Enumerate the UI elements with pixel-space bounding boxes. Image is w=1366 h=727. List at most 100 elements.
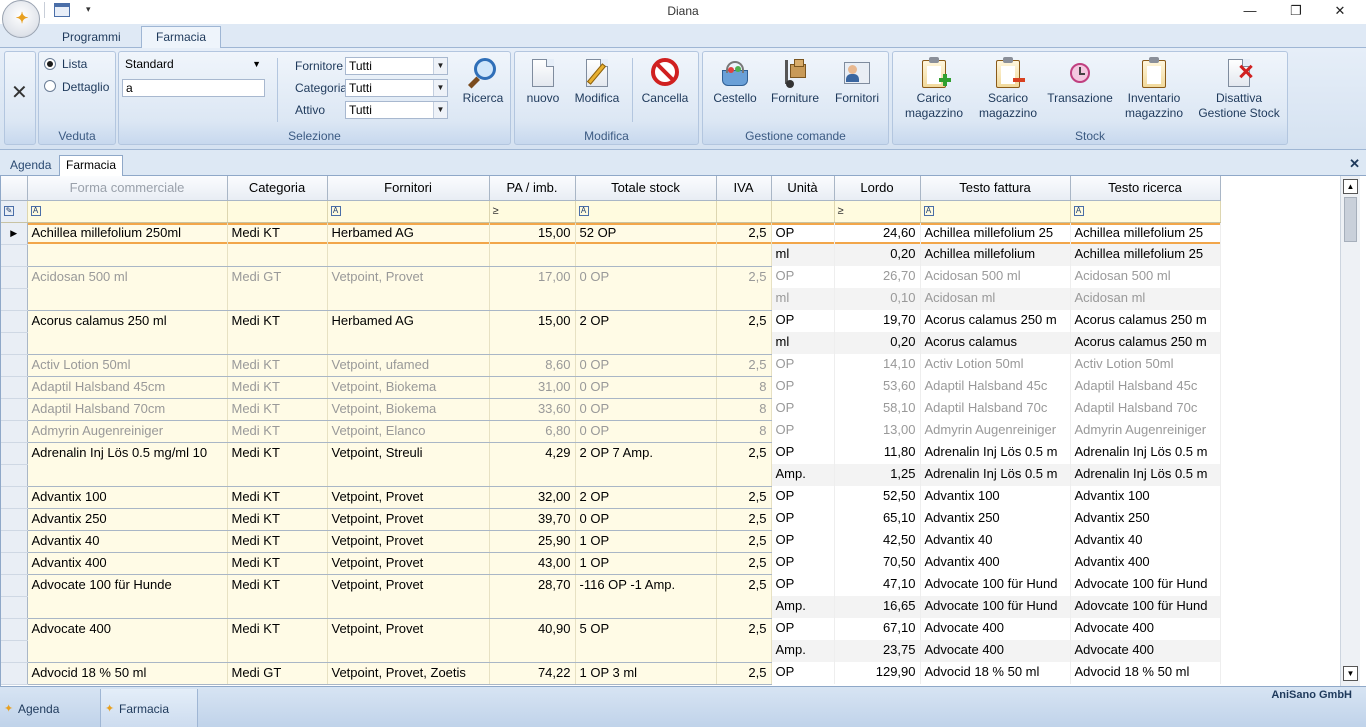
close-tab-icon[interactable]: ✕: [1349, 156, 1360, 172]
carico-magazzino-button[interactable]: Carico magazzino: [899, 57, 969, 121]
table-subrow[interactable]: ml 0,20 Acorus calamus Acorus calamus 250 m: [1, 332, 1221, 355]
bottom-tab-agenda[interactable]: ✦ Agenda: [0, 689, 98, 727]
forniture-button[interactable]: Forniture: [769, 58, 821, 106]
close-icon[interactable]: ✕: [11, 80, 28, 105]
table-subrow[interactable]: Amp. 1,25 Adrenalin Inj Lös 0.5 m Adrenalin…: [1, 464, 1221, 487]
row-selector[interactable]: [1, 354, 28, 377]
filter-fornitori[interactable]: A: [327, 200, 490, 223]
col-header-testo-fattura[interactable]: Testo fattura: [920, 176, 1071, 201]
cell-testo-ricerca: Advocate 400: [1070, 618, 1221, 640]
filter-testo-fattura[interactable]: A: [920, 200, 1071, 223]
table-subrow[interactable]: ml 0,10 Acidosan ml Acidosan ml: [1, 288, 1221, 311]
row-selector[interactable]: [1, 662, 28, 685]
row-selector[interactable]: [1, 398, 28, 421]
row-selector[interactable]: [1, 442, 28, 465]
vertical-scrollbar[interactable]: ▲ ▼: [1340, 176, 1360, 686]
restore-button[interactable]: ❐: [1282, 2, 1310, 20]
ricerca-button[interactable]: Ricerca: [457, 58, 509, 106]
row-selector[interactable]: [1, 508, 28, 531]
table-row[interactable]: Admyrin Augenreiniger Medi KT Vetpoint, El…: [1, 420, 1221, 443]
filter-iva[interactable]: [716, 200, 772, 223]
row-selector[interactable]: [1, 552, 28, 575]
row-selector[interactable]: [1, 618, 28, 641]
doc-tab-farmacia[interactable]: Farmacia: [59, 155, 124, 177]
row-selector[interactable]: [1, 464, 28, 487]
col-header-fornitori[interactable]: Fornitori: [327, 176, 490, 201]
categoria-select[interactable]: Tutti ▼: [345, 79, 448, 97]
tab-programmi[interactable]: Programmi: [48, 27, 135, 48]
col-header-categoria[interactable]: Categoria: [227, 176, 328, 201]
scroll-down-icon[interactable]: ▼: [1343, 666, 1358, 681]
doc-tab-agenda[interactable]: Agenda: [4, 156, 57, 176]
disattiva-gestione-stock-button[interactable]: Disattiva Gestione Stock: [1193, 58, 1285, 121]
table-row[interactable]: Advantix 400 Medi KT Vetpoint, Provet 43,00…: [1, 552, 1221, 575]
filter-lordo[interactable]: ≥: [834, 200, 921, 223]
table-subrow[interactable]: ml 0,20 Achillea millefolium Achillea mille…: [1, 244, 1221, 267]
scroll-up-icon[interactable]: ▲: [1343, 179, 1358, 194]
fornitore-select[interactable]: Tutti ▼: [345, 57, 448, 75]
col-header-lordo[interactable]: Lordo: [834, 176, 921, 201]
table-row[interactable]: Advantix 40 Medi KT Vetpoint, Provet 25,90 1…: [1, 530, 1221, 553]
row-selector[interactable]: [1, 420, 28, 443]
row-selector-header[interactable]: [1, 176, 28, 201]
row-selector[interactable]: [1, 486, 28, 509]
filter-edit-icon[interactable]: ✎: [1, 200, 28, 223]
table-row[interactable]: Advocid 18 % 50 ml Medi GT Vetpoint, Prove…: [1, 662, 1221, 685]
filter-forma-commerciale[interactable]: A: [27, 200, 228, 223]
col-header-totale-stock[interactable]: Totale stock: [575, 176, 717, 201]
application-menu-button[interactable]: ✦: [2, 0, 40, 38]
col-header-forma-commerciale[interactable]: Forma commerciale: [27, 176, 228, 201]
table-row[interactable]: Advocate 400 Medi KT Vetpoint, Provet 40,90…: [1, 618, 1221, 641]
search-input[interactable]: a: [122, 79, 265, 97]
transazione-button[interactable]: Transazione: [1045, 58, 1115, 106]
col-header-iva[interactable]: IVA: [716, 176, 772, 201]
filter-testo-ricerca[interactable]: A: [1070, 200, 1221, 223]
radio-lista[interactable]: [44, 58, 56, 70]
nuovo-button[interactable]: nuovo: [521, 58, 565, 106]
attivo-select[interactable]: Tutti ▼: [345, 101, 448, 119]
table-row[interactable]: Adaptil Halsband 70cm Medi KT Vetpoint, Bi…: [1, 398, 1221, 421]
cestello-button[interactable]: Cestello: [709, 58, 761, 106]
table-row[interactable]: Acorus calamus 250 ml Medi KT Herbamed AG 1…: [1, 310, 1221, 333]
bottom-tab-farmacia[interactable]: ✦ Farmacia: [100, 689, 198, 727]
col-header-unita[interactable]: Unità: [771, 176, 835, 201]
row-selector[interactable]: [1, 530, 28, 553]
row-selector[interactable]: [1, 596, 28, 619]
filter-pa-imb[interactable]: ≥: [489, 200, 576, 223]
tab-farmacia[interactable]: Farmacia: [141, 26, 222, 49]
filter-unita[interactable]: [771, 200, 835, 223]
row-selector[interactable]: [1, 244, 28, 267]
radio-dettaglio[interactable]: [44, 80, 56, 92]
filter-totale-stock[interactable]: A: [575, 200, 717, 223]
scroll-thumb[interactable]: [1344, 197, 1357, 242]
inventario-magazzino-button[interactable]: Inventario magazzino: [1119, 57, 1189, 121]
close-window-button[interactable]: ✕: [1326, 2, 1354, 20]
cancella-button[interactable]: Cancella: [639, 58, 691, 106]
table-row[interactable]: Adaptil Halsband 45cm Medi KT Vetpoint, Bi…: [1, 376, 1221, 399]
table-row[interactable]: Activ Lotion 50ml Medi KT Vetpoint, ufamed…: [1, 354, 1221, 377]
minimize-button[interactable]: —: [1236, 2, 1264, 20]
table-row[interactable]: ▶ Achillea millefolium 250ml Medi KT Herbam…: [1, 222, 1221, 245]
scarico-magazzino-button[interactable]: Scarico magazzino: [973, 57, 1043, 121]
col-header-pa-imb[interactable]: PA / imb.: [489, 176, 576, 201]
row-selector[interactable]: [1, 288, 28, 311]
table-row[interactable]: Acidosan 500 ml Medi GT Vetpoint, Provet 17…: [1, 266, 1221, 289]
filter-categoria[interactable]: [227, 200, 328, 223]
col-header-testo-ricerca[interactable]: Testo ricerca: [1070, 176, 1221, 201]
table-row[interactable]: Adrenalin Inj Lös 0.5 mg/ml 10 Medi KT Vet…: [1, 442, 1221, 465]
modifica-button[interactable]: Modifica: [571, 58, 623, 106]
row-selector[interactable]: [1, 574, 28, 597]
row-selector[interactable]: [1, 640, 28, 663]
table-subrow[interactable]: Amp. 16,65 Advocate 100 für Hund Adovcate 1…: [1, 596, 1221, 619]
row-selector[interactable]: [1, 310, 28, 333]
table-subrow[interactable]: Amp. 23,75 Advocate 400 Advocate 400: [1, 640, 1221, 663]
row-selector[interactable]: ▶: [1, 222, 28, 245]
row-selector[interactable]: [1, 266, 28, 289]
table-row[interactable]: Advantix 250 Medi KT Vetpoint, Provet 39,70…: [1, 508, 1221, 531]
row-selector[interactable]: [1, 376, 28, 399]
row-selector[interactable]: [1, 332, 28, 355]
table-row[interactable]: Advantix 100 Medi KT Vetpoint, Provet 32,00…: [1, 486, 1221, 509]
fornitori-button[interactable]: Fornitori: [829, 58, 885, 106]
table-row[interactable]: Advocate 100 für Hunde Medi KT Vetpoint, P…: [1, 574, 1221, 597]
view-combo[interactable]: Standard ▼: [122, 56, 265, 74]
